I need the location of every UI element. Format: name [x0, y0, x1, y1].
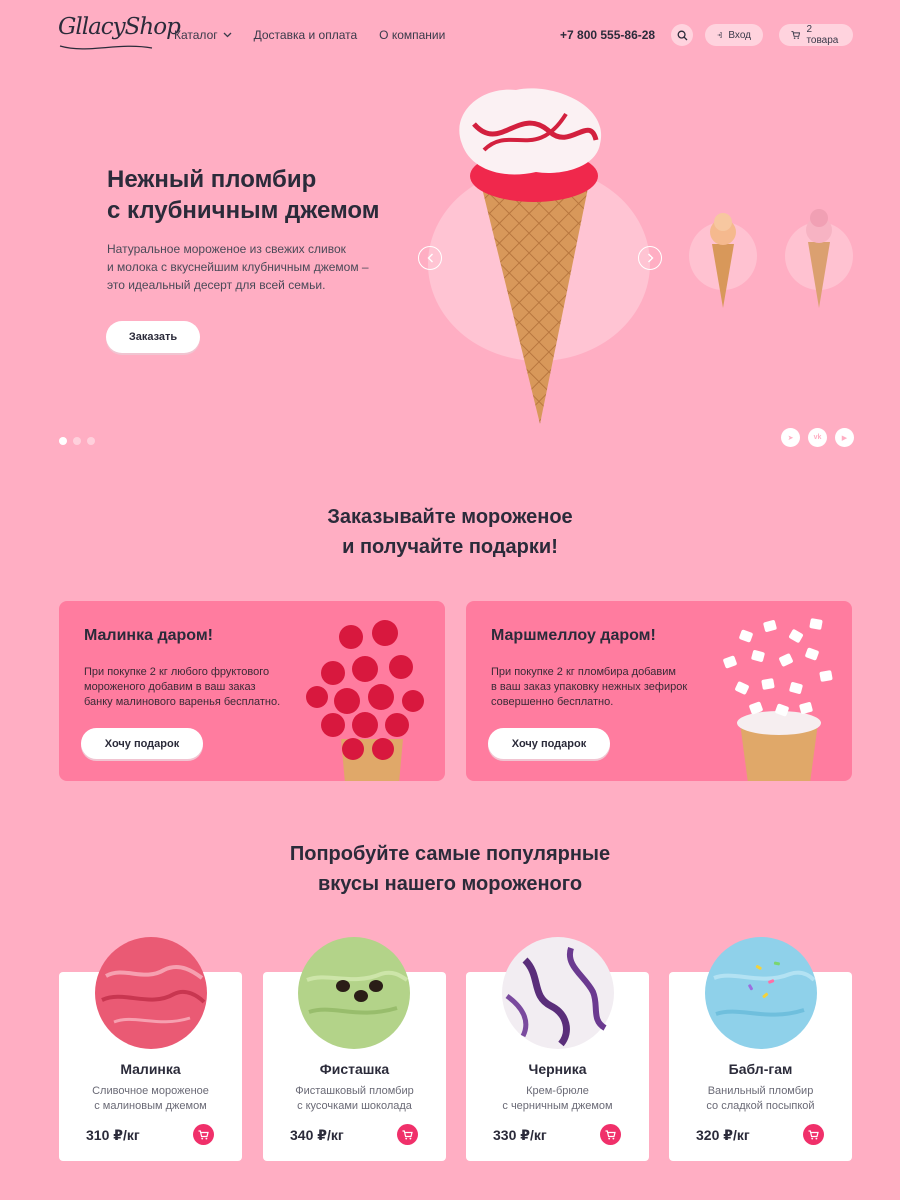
slider-next-button[interactable] — [638, 246, 662, 270]
ice-cream-cone-image — [459, 88, 602, 424]
promo-text: При покупке 2 кг пломбира добавим в ваш … — [491, 665, 687, 710]
logo[interactable]: GllacyShop — [58, 14, 181, 40]
section-title-line: Заказывайте мороженое — [327, 506, 573, 528]
cart-icon — [808, 1129, 819, 1139]
hero-description: Натуральное мороженое из свежих сливок и… — [107, 240, 369, 294]
promo-title: Маршмеллоу даром! — [491, 627, 656, 644]
logo-swash-icon — [59, 45, 153, 50]
nav-item-label: Доставка и оплата — [253, 28, 358, 42]
vk-icon[interactable]: vk — [808, 428, 827, 447]
product-name: Малинка — [120, 1061, 181, 1077]
promo-text-line: банку малинового варенья бесплатно. — [84, 696, 281, 708]
product-description-line: с черничным джемом — [502, 1100, 613, 1112]
slider-dot[interactable] — [87, 437, 95, 445]
nav-item-about[interactable]: О компании — [379, 28, 445, 42]
blueberry-scoop-image — [501, 936, 615, 1050]
promo-text-line: совершенно бесплатно. — [491, 696, 614, 708]
add-to-cart-button[interactable] — [397, 1124, 418, 1145]
nav-item-label: О компании — [379, 28, 446, 42]
site-header: GllacyShop Каталог Доставка и оплата О к… — [0, 0, 900, 72]
add-to-cart-button[interactable] — [803, 1124, 824, 1145]
phone-number[interactable]: +7 800 555-86-28 — [560, 28, 655, 42]
slider-dots — [59, 437, 95, 445]
hero-title-line: с клубничным джемом — [107, 197, 380, 224]
promo-card-marshmallow: Маршмеллоу даром! При покупке 2 кг пломб… — [466, 601, 852, 781]
want-gift-button[interactable]: Хочу подарок — [488, 728, 610, 759]
promo-text-line: в ваш заказ упаковку нежных зефирок — [491, 681, 688, 693]
section-title-line: вкусы нашего мороженого — [317, 873, 583, 895]
product-description: Крем-брюле с черничным джемом — [466, 1084, 649, 1114]
ice-cream-cone-image — [710, 213, 736, 308]
login-label: Вход — [728, 29, 751, 41]
gifts-section-title: Заказывайте мороженое и получайте подарк… — [0, 502, 900, 562]
cart-button[interactable]: 2 товара — [779, 24, 853, 46]
promo-text: При покупке 2 кг любого фруктового морож… — [84, 665, 280, 710]
product-price: 340 ₽/кг — [290, 1127, 344, 1143]
promo-text-line: При покупке 2 кг пломбира добавим — [491, 666, 676, 678]
ice-cream-cone-image — [806, 209, 832, 308]
nav-item-delivery[interactable]: Доставка и оплата — [254, 28, 358, 42]
cart-icon — [605, 1129, 616, 1139]
product-price: 320 ₽/кг — [696, 1127, 750, 1143]
product-name: Бабл-гам — [728, 1061, 793, 1077]
product-description-line: с кусочками шоколада — [297, 1100, 412, 1112]
nav-item-catalog[interactable]: Каталог — [174, 28, 232, 42]
promo-card-raspberry: Малинка даром! При покупке 2 кг любого ф… — [59, 601, 445, 781]
hero-description-line: и молока с вкуснейшим клубничным джемом … — [107, 260, 369, 274]
chevron-left-icon — [427, 253, 433, 263]
search-button[interactable] — [671, 24, 693, 46]
slider-prev-button[interactable] — [418, 246, 442, 270]
login-button[interactable]: Вход — [705, 24, 763, 46]
section-title-line: Попробуйте самые популярные — [289, 843, 611, 865]
product-price: 310 ₽/кг — [86, 1127, 140, 1143]
order-button[interactable]: Заказать — [106, 321, 200, 353]
add-to-cart-button[interactable] — [193, 1124, 214, 1145]
product-description-line: Ванильный пломбир — [707, 1085, 814, 1097]
nav-item-label: Каталог — [174, 28, 218, 42]
slider-dot[interactable] — [73, 437, 81, 445]
cart-icon — [402, 1129, 413, 1139]
promo-title: Малинка даром! — [84, 627, 213, 644]
hero-title: Нежный пломбир с клубничным джемом — [107, 164, 380, 226]
product-description-line: Фисташковый пломбир — [295, 1085, 414, 1097]
product-description-line: с малиновым джемом — [94, 1100, 207, 1112]
hero-description-line: это идеальный десерт для всей семьи. — [107, 278, 326, 292]
social-links: ➤ vk ▶ — [781, 428, 854, 447]
telegram-icon[interactable]: ➤ — [781, 428, 800, 447]
hero-description-line: Натуральное мороженое из свежих сливок — [107, 242, 346, 256]
flavors-section-title: Попробуйте самые популярные вкусы нашего… — [0, 839, 900, 899]
search-icon — [677, 30, 687, 40]
chevron-down-icon — [223, 32, 232, 38]
cart-icon — [791, 31, 801, 39]
product-price: 330 ₽/кг — [493, 1127, 547, 1143]
cart-label: 2 товара — [806, 24, 839, 46]
youtube-icon[interactable]: ▶ — [835, 428, 854, 447]
raspberry-scoop-image — [94, 936, 208, 1050]
login-icon — [717, 32, 723, 38]
product-description: Сливочное мороженое с малиновым джемом — [59, 1084, 242, 1114]
product-name: Фисташка — [319, 1061, 390, 1077]
promo-text-line: При покупке 2 кг любого фруктового — [84, 666, 270, 678]
promo-text-line: мороженого добавим в ваш заказ — [84, 681, 256, 693]
marshmallow-cone-image — [723, 618, 833, 781]
want-gift-button[interactable]: Хочу подарок — [81, 728, 203, 759]
section-title-line: и получайте подарки! — [342, 536, 558, 558]
hero-title-line: Нежный пломбир — [107, 166, 317, 193]
product-description-line: со сладкой посыпкой — [706, 1100, 815, 1112]
raspberry-cone-image — [306, 620, 424, 781]
product-description-line: Крем-брюле — [526, 1085, 589, 1097]
add-to-cart-button[interactable] — [600, 1124, 621, 1145]
slider-dot[interactable] — [59, 437, 67, 445]
cart-icon — [198, 1129, 209, 1139]
product-name: Черника — [528, 1061, 587, 1077]
bubblegum-scoop-image — [704, 936, 818, 1050]
product-description-line: Сливочное мороженое — [92, 1085, 209, 1097]
main-nav: Каталог Доставка и оплата О компании — [174, 28, 445, 42]
product-description: Фисташковый пломбир с кусочками шоколада — [263, 1084, 446, 1114]
product-description: Ванильный пломбир со сладкой посыпкой — [669, 1084, 852, 1114]
pistachio-scoop-image — [297, 936, 411, 1050]
chevron-right-icon — [647, 253, 653, 263]
